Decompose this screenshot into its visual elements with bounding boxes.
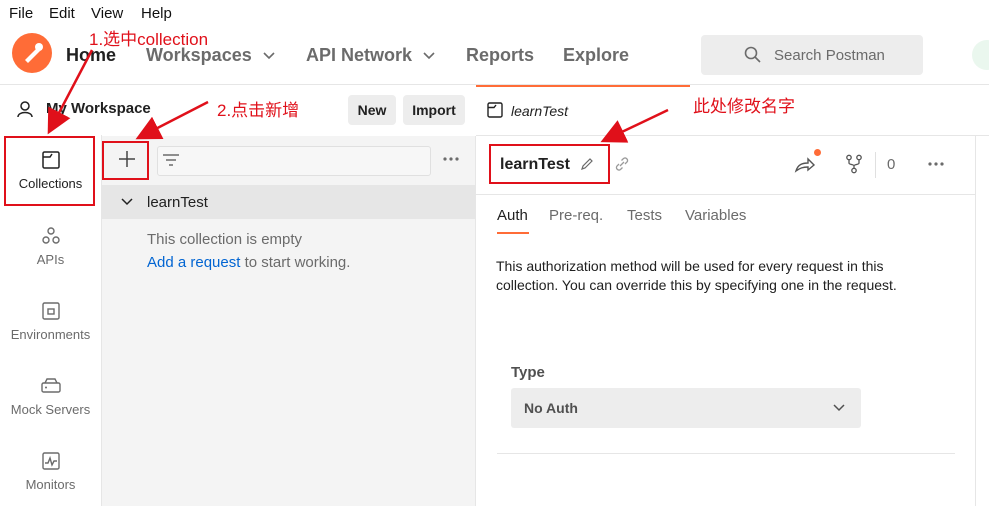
- chevron-down-icon: [263, 52, 275, 60]
- add-request-link[interactable]: Add a request: [147, 254, 240, 271]
- menu-bar: File Edit View Help: [0, 0, 989, 26]
- active-tab-indicator: [476, 85, 690, 87]
- postman-logo-icon[interactable]: [12, 33, 52, 73]
- link-icon[interactable]: [614, 156, 630, 172]
- workspace-title[interactable]: My Workspace: [46, 100, 151, 117]
- add-request-suffix: to start working.: [240, 254, 351, 271]
- header-divider: [476, 194, 975, 195]
- type-label: Type: [511, 364, 545, 381]
- menu-edit[interactable]: Edit: [49, 5, 75, 22]
- annotation-box-title: [489, 144, 610, 184]
- share-icon[interactable]: [794, 155, 816, 173]
- fork-icon[interactable]: [845, 154, 863, 174]
- annotation-box-add: [102, 141, 149, 180]
- filter-icon[interactable]: [162, 152, 180, 168]
- filter-input[interactable]: [157, 146, 431, 176]
- chevron-down-icon: [833, 404, 845, 412]
- nav-api-network[interactable]: API Network: [306, 45, 435, 66]
- fork-count: 0: [887, 156, 896, 173]
- sidebar-item-environments[interactable]: Environments: [0, 299, 101, 342]
- nav-reports[interactable]: Reports: [466, 45, 534, 66]
- import-button[interactable]: Import: [403, 95, 465, 125]
- menu-file[interactable]: File: [9, 5, 33, 22]
- right-edge-divider: [975, 136, 976, 506]
- collection-icon: [487, 102, 503, 118]
- active-tab-underline: [497, 232, 529, 234]
- tab-pre-req[interactable]: Pre-req.: [549, 207, 603, 224]
- chevron-down-icon: [423, 52, 435, 60]
- search-icon: [744, 46, 761, 63]
- sidebar-item-monitors[interactable]: Monitors: [0, 449, 101, 492]
- sidebar-item-mock-servers[interactable]: Mock Servers: [0, 374, 101, 417]
- notification-dot: [814, 149, 821, 156]
- chevron-down-icon[interactable]: [120, 197, 134, 207]
- collection-name[interactable]: learnTest: [147, 194, 208, 211]
- tab-learntest[interactable]: learnTest: [511, 103, 568, 119]
- apis-icon: [41, 227, 60, 244]
- sidebar-item-label: Mock Servers: [10, 402, 91, 417]
- nav-api-network-label: API Network: [306, 45, 413, 65]
- user-icon: [17, 101, 33, 118]
- more-options-icon[interactable]: [927, 161, 945, 167]
- nav-explore[interactable]: Explore: [563, 45, 629, 66]
- menu-help[interactable]: Help: [141, 5, 172, 22]
- environment-icon: [41, 302, 60, 320]
- new-button[interactable]: New: [348, 95, 396, 125]
- add-request-line: Add a request to start working.: [147, 254, 350, 271]
- divider: [875, 152, 876, 178]
- tab-tests[interactable]: Tests: [627, 207, 662, 224]
- annotation-box-collections: [4, 136, 95, 206]
- sidebar-item-label: Monitors: [25, 477, 76, 492]
- auth-type-value: No Auth: [524, 400, 578, 416]
- tab-auth[interactable]: Auth: [497, 207, 528, 224]
- sidebar-item-label: APIs: [36, 252, 65, 267]
- menu-view[interactable]: View: [91, 5, 123, 22]
- mock-server-icon: [40, 378, 61, 393]
- empty-collection-text: This collection is empty: [147, 231, 303, 248]
- more-options-icon[interactable]: [442, 156, 460, 162]
- search-placeholder: Search Postman: [774, 47, 885, 64]
- monitor-icon: [41, 452, 60, 470]
- annotation-click-add: 2.点击新增: [217, 101, 300, 120]
- annotation-rename: 此处修改名字: [693, 92, 795, 117]
- sidebar-item-apis[interactable]: APIs: [0, 224, 101, 267]
- auth-description: This authorization method will be used f…: [496, 258, 897, 293]
- annotation-select-collection: 1.选中collection: [89, 30, 209, 49]
- section-divider: [497, 453, 955, 454]
- tab-variables[interactable]: Variables: [685, 207, 746, 224]
- sidebar-item-label: Environments: [10, 327, 91, 342]
